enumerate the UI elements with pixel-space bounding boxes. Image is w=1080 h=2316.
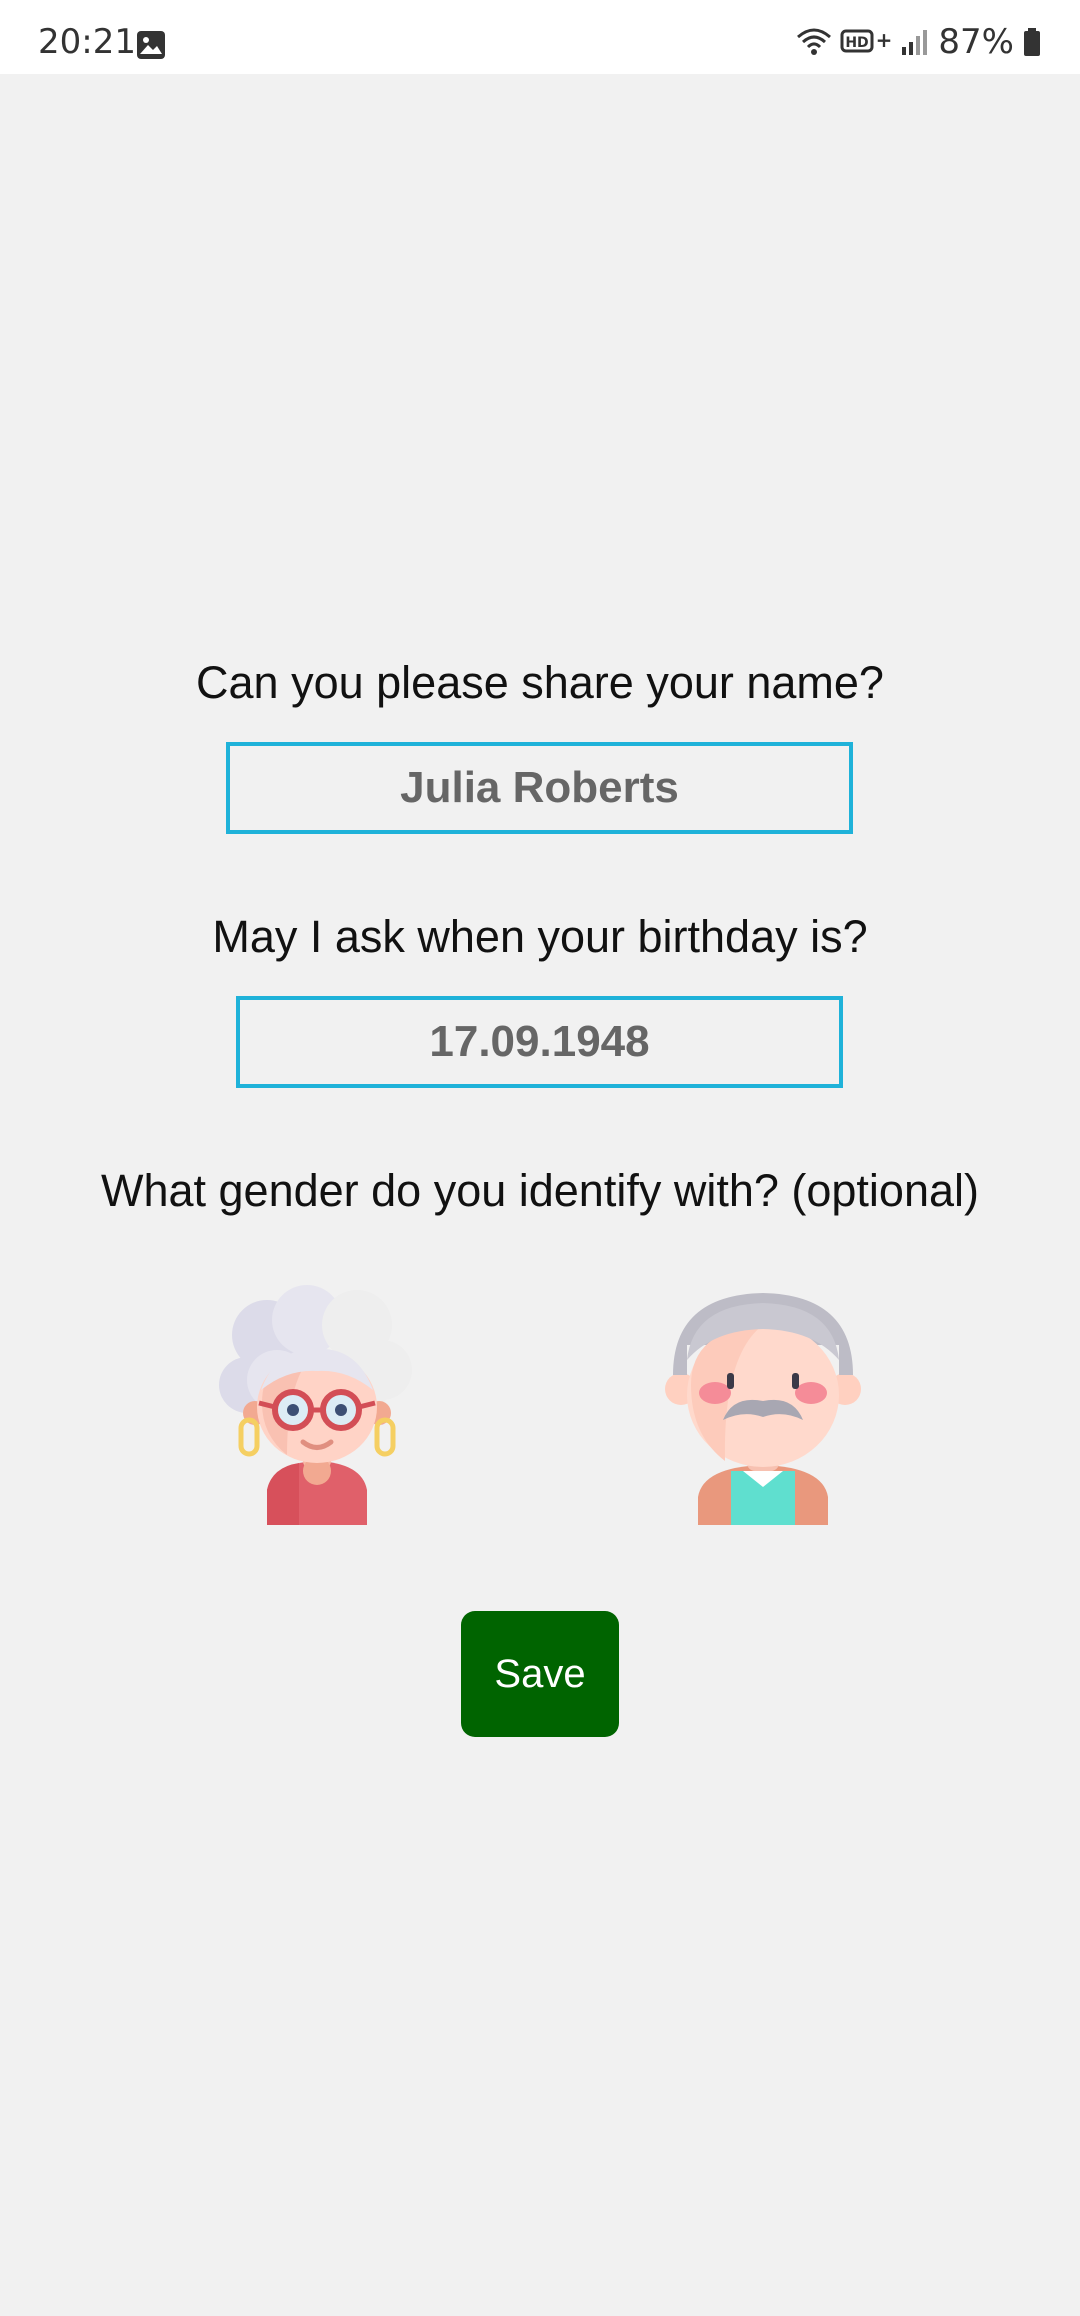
battery-percentage: 87%: [938, 22, 1014, 62]
status-icons: HD + 87%: [796, 22, 1042, 62]
name-question: Can you please share your name?: [196, 657, 884, 708]
gender-question: What gender do you identify with? (optio…: [100, 1165, 979, 1216]
status-time: 20:21: [38, 22, 136, 62]
svg-text:+: +: [876, 28, 892, 52]
battery-icon: [1024, 28, 1040, 56]
status-bar: 20:21 HD + 87%: [0, 0, 1080, 74]
wifi-icon: [797, 28, 832, 55]
birthday-question: May I ask when your birthday is?: [212, 911, 868, 962]
svg-text:HD: HD: [846, 35, 869, 51]
birthday-input[interactable]: 17.09.1948: [236, 996, 843, 1088]
gallery-icon: [137, 31, 165, 59]
signal-icon: [902, 30, 928, 55]
male-avatar-icon[interactable]: [663, 1285, 863, 1525]
hd-plus-icon: HD +: [840, 28, 892, 53]
female-avatar-icon[interactable]: [217, 1285, 417, 1525]
save-button[interactable]: Save: [461, 1611, 619, 1737]
name-input[interactable]: Julia Roberts: [226, 742, 853, 834]
